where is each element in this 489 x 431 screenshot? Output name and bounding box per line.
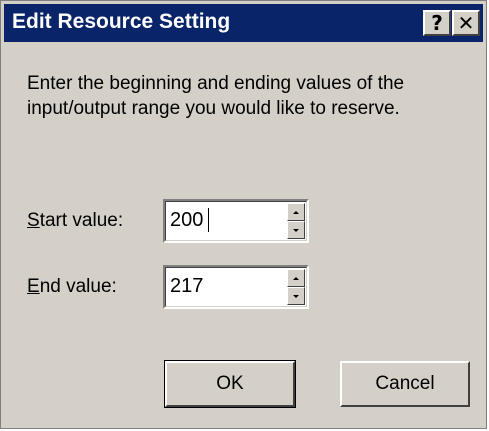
start-value-spinbox[interactable]: 200 <box>163 199 309 243</box>
ok-button[interactable]: OK <box>164 360 296 408</box>
arrow-up-icon <box>293 210 299 214</box>
close-button[interactable]: ✕ <box>452 10 480 36</box>
end-value-increment-button[interactable] <box>287 269 305 287</box>
end-value-input[interactable]: 217 <box>170 275 203 298</box>
close-icon: ✕ <box>457 11 475 35</box>
end-value-decrement-button[interactable] <box>287 287 305 305</box>
instructions-text: Enter the beginning and ending values of… <box>27 73 405 119</box>
window-title: Edit Resource Setting <box>12 10 231 33</box>
title-bar[interactable]: Edit Resource Setting ? ✕ <box>4 4 483 42</box>
start-value-label: Start value: <box>27 210 123 232</box>
start-value-increment-button[interactable] <box>287 203 305 221</box>
edit-resource-setting-dialog: Edit Resource Setting ? ✕ Enter the begi… <box>0 0 487 429</box>
help-button[interactable]: ? <box>423 10 451 36</box>
arrow-down-icon <box>293 228 299 232</box>
start-value-input[interactable]: 200 <box>170 209 203 232</box>
cancel-button[interactable]: Cancel <box>340 361 470 407</box>
end-value-mnemonic: E <box>27 276 40 297</box>
start-value-decrement-button[interactable] <box>287 221 305 239</box>
end-value-label-rest: nd value: <box>39 276 117 297</box>
end-value-label: End value: <box>27 276 117 298</box>
start-value-mnemonic: S <box>27 210 40 231</box>
arrow-up-icon <box>293 276 299 280</box>
text-cursor <box>208 208 209 232</box>
help-icon: ? <box>431 11 443 35</box>
end-value-spinbox[interactable]: 217 <box>163 265 309 309</box>
arrow-down-icon <box>293 294 299 298</box>
start-value-label-rest: tart value: <box>39 210 124 231</box>
